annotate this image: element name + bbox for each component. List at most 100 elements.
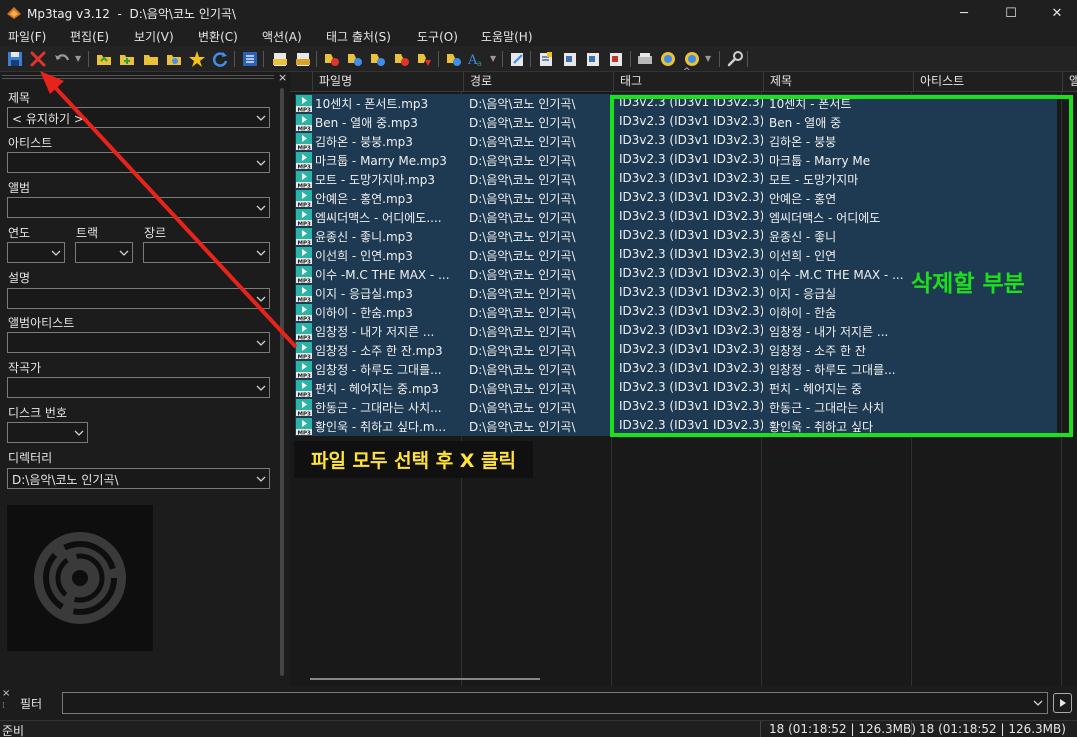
chevron-down-icon[interactable]	[252, 378, 269, 397]
playlist-icon[interactable]	[561, 50, 579, 68]
album-field[interactable]	[7, 197, 270, 218]
menu-convert[interactable]: 변환(C)	[198, 28, 238, 45]
column-path[interactable]: 경로	[463, 72, 613, 92]
mp3-file-icon: MP3	[296, 418, 312, 435]
svg-text:MP3: MP3	[298, 221, 312, 226]
cover-art[interactable]	[7, 505, 153, 651]
chevron-down-icon[interactable]	[252, 289, 269, 308]
menu-tools[interactable]: 도구(O)	[417, 28, 458, 45]
filter-apply-button[interactable]	[1053, 693, 1072, 713]
web-source-dropdown-icon[interactable]: ▼	[705, 54, 711, 63]
change-directory-icon[interactable]	[95, 50, 113, 68]
cell-filename: 한동근 - 그대라는 사치...	[315, 401, 442, 415]
track-field[interactable]	[75, 242, 133, 263]
chevron-down-icon[interactable]	[47, 243, 64, 262]
filename-to-tag-icon[interactable]	[294, 50, 312, 68]
menu-file[interactable]: 파일(F)	[8, 28, 46, 45]
undo-dropdown-icon[interactable]: ▼	[75, 54, 81, 63]
menu-view[interactable]: 보기(V)	[134, 28, 174, 45]
chevron-down-icon[interactable]	[252, 333, 269, 352]
chevron-down-icon[interactable]	[252, 469, 269, 488]
genre-field[interactable]	[143, 242, 270, 263]
composer-field[interactable]	[7, 377, 270, 398]
title-label: 제목	[8, 91, 31, 105]
cover-art-placeholder-icon	[34, 532, 126, 624]
refresh-icon[interactable]	[211, 50, 229, 68]
artist-field[interactable]	[7, 152, 270, 173]
close-button[interactable]: ✕	[1034, 0, 1077, 26]
album-artist-field[interactable]	[7, 332, 270, 353]
panel-close-icon[interactable]: ×	[278, 71, 287, 84]
directory-label: 디렉터리	[8, 451, 53, 465]
tag-from-web-icon[interactable]	[322, 50, 340, 68]
chevron-down-icon[interactable]	[70, 423, 87, 442]
playlist-export-icon[interactable]	[607, 50, 625, 68]
tag-from-web-icon[interactable]	[392, 50, 410, 68]
favorites-star-icon[interactable]	[188, 50, 206, 68]
chevron-down-icon[interactable]	[1029, 693, 1047, 713]
mp3-file-icon: MP3	[296, 399, 312, 416]
format-dropdown-icon[interactable]: ▼	[490, 54, 496, 63]
filter-grip-icon: ⁞	[2, 701, 5, 711]
chevron-down-icon[interactable]	[252, 153, 269, 172]
year-field[interactable]	[7, 242, 65, 263]
menu-tag-sources[interactable]: 태그 출처(S)	[326, 28, 391, 45]
mp3-file-icon: MP3	[296, 95, 312, 112]
directory-field[interactable]: D:\음악\코노 인기곡\	[7, 468, 270, 489]
cell-filename: 이수 -M.C THE MAX - ...	[315, 268, 450, 282]
add-directory-icon[interactable]	[118, 50, 136, 68]
tag-panel-icon[interactable]	[241, 50, 259, 68]
web-source-icon[interactable]	[683, 50, 701, 68]
column-filename[interactable]: 파일명	[312, 72, 464, 92]
panel-scrollbar[interactable]	[280, 88, 284, 676]
undo-icon[interactable]	[53, 50, 71, 68]
tag-from-web-icon[interactable]	[345, 50, 363, 68]
filter-input[interactable]	[62, 692, 1048, 714]
cell-filename: 10센치 - 폰서트.mp3	[315, 97, 429, 111]
comment-label: 설명	[8, 271, 31, 285]
cell-path: D:\음악\코노 인기곡\	[469, 154, 576, 168]
remove-tag-icon[interactable]	[29, 50, 47, 68]
minimize-button[interactable]: ─	[941, 0, 987, 26]
web-source-icon[interactable]	[659, 50, 677, 68]
text-format-icon[interactable]: Aa	[467, 50, 485, 68]
svg-text:MP3: MP3	[298, 297, 312, 302]
open-folder-icon[interactable]	[142, 50, 160, 68]
title-value: < 유지하기 >	[12, 112, 84, 126]
column-album[interactable]: 앨	[1062, 72, 1077, 92]
auto-numbering-icon[interactable]	[636, 50, 654, 68]
chevron-down-icon[interactable]	[252, 243, 269, 262]
tag-to-filename-icon[interactable]	[271, 50, 289, 68]
column-artist[interactable]: 아티스트	[913, 72, 1063, 92]
mp3-file-icon: MP3	[296, 171, 312, 188]
menu-edit[interactable]: 편집(E)	[70, 28, 109, 45]
favorites-icon[interactable]	[165, 50, 183, 68]
chevron-down-icon[interactable]	[115, 243, 132, 262]
menu-help[interactable]: 도움말(H)	[481, 28, 533, 45]
svg-text:MP3: MP3	[298, 107, 312, 112]
menu-actions[interactable]: 액션(A)	[262, 28, 302, 45]
directory-value: D:\음악\코노 인기곡\	[12, 473, 119, 487]
title-field[interactable]: < 유지하기 >	[7, 107, 270, 128]
disc-number-field[interactable]	[7, 422, 88, 443]
report-icon[interactable]	[584, 50, 602, 68]
edit-icon[interactable]	[508, 50, 526, 68]
column-title[interactable]: 제목	[763, 72, 913, 92]
options-icon[interactable]	[726, 50, 744, 68]
tag-from-web-icon[interactable]	[415, 50, 433, 68]
maximize-button[interactable]: ☐	[988, 0, 1034, 26]
cell-path: D:\음악\코노 인기곡\	[469, 325, 576, 339]
tag-from-web-icon[interactable]	[368, 50, 386, 68]
filter-close-icon[interactable]: ×	[2, 688, 10, 699]
export-icon[interactable]	[537, 50, 555, 68]
save-icon[interactable]	[6, 50, 24, 68]
case-conversion-icon[interactable]	[444, 50, 462, 68]
svg-text:MP3: MP3	[298, 145, 312, 150]
comment-field[interactable]	[7, 288, 270, 309]
panel-grip[interactable]	[2, 75, 274, 79]
chevron-down-icon[interactable]	[252, 108, 269, 127]
mp3-file-icon: MP3	[296, 152, 312, 169]
composer-label: 작곡가	[8, 361, 42, 375]
chevron-down-icon[interactable]	[252, 198, 269, 217]
horizontal-scrollbar[interactable]	[310, 678, 540, 680]
